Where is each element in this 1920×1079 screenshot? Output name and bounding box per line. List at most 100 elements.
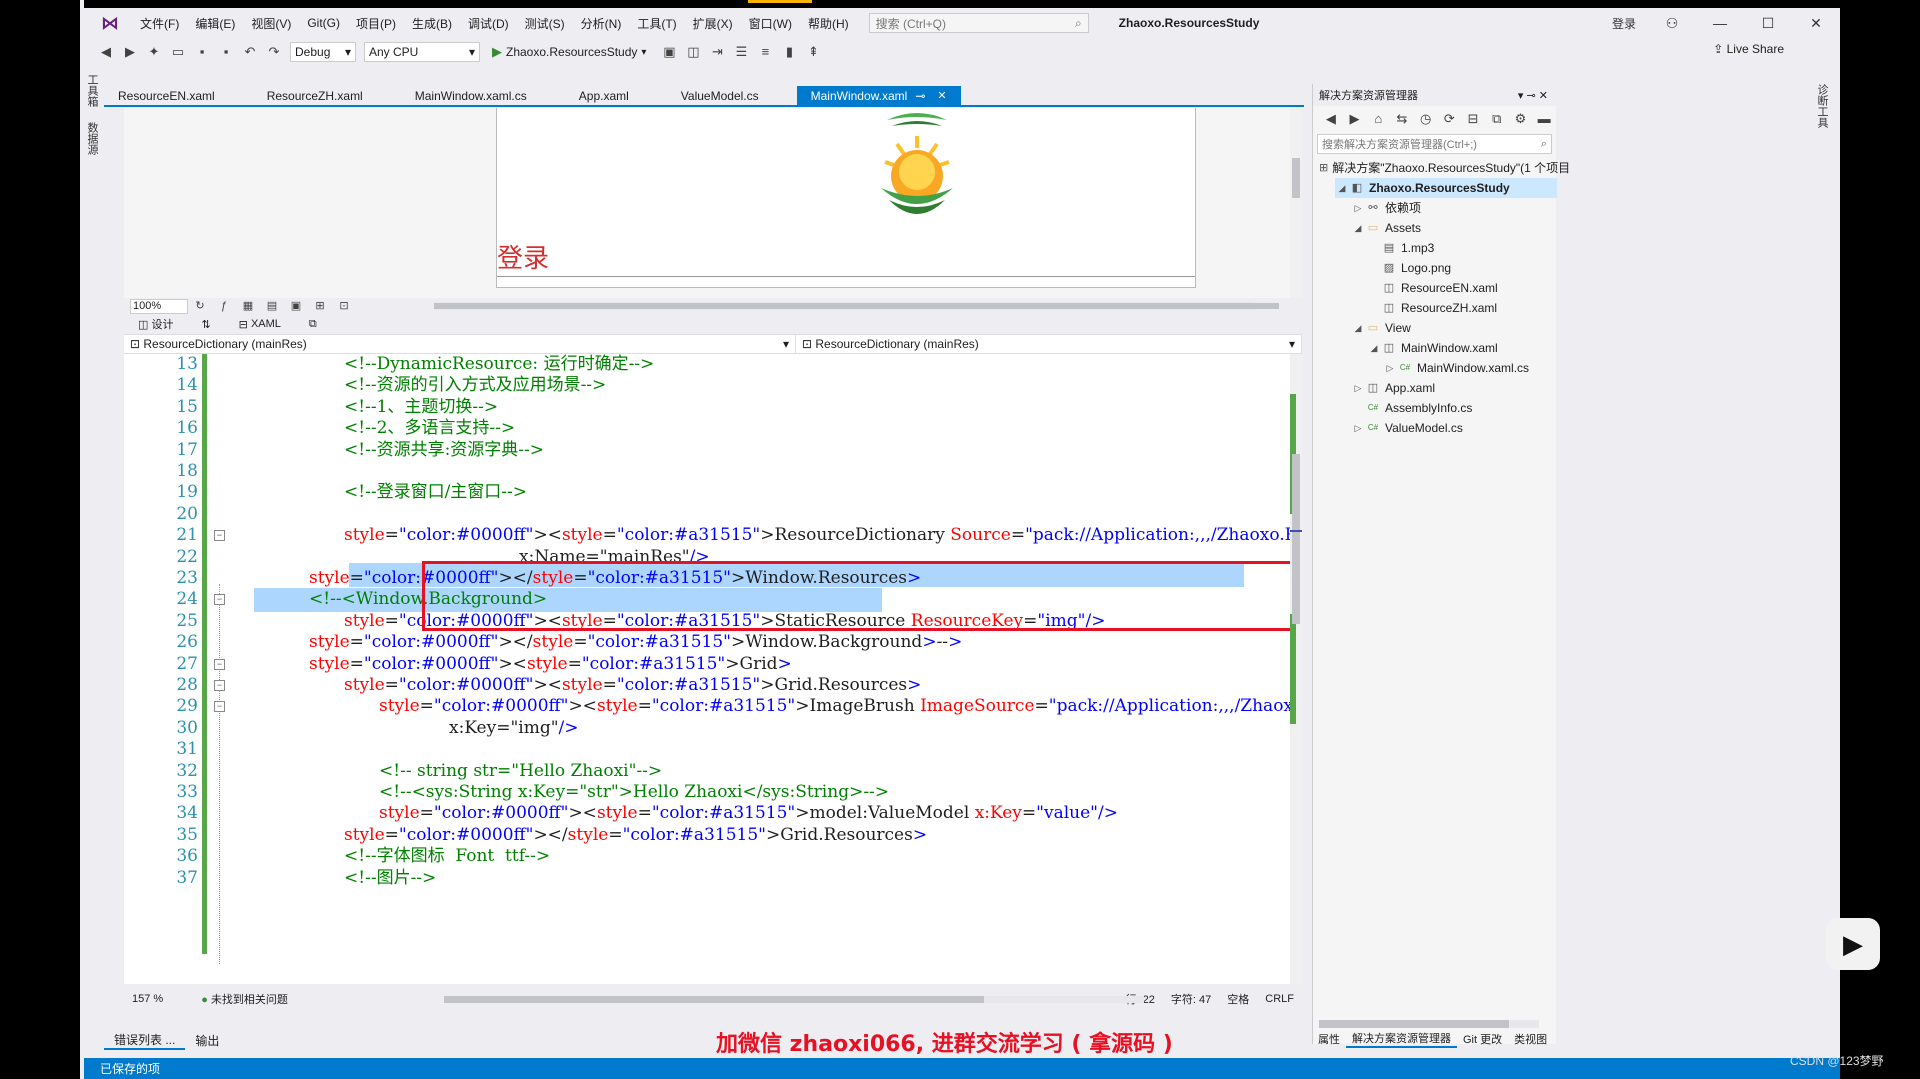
menu-help[interactable]: 帮助(H): [800, 15, 857, 32]
tree-item[interactable]: ◢ ▭ Assets: [1351, 218, 1557, 238]
scroll-thumb[interactable]: [434, 303, 1279, 309]
close-tab-icon[interactable]: ✕: [937, 86, 946, 106]
snapline-icon[interactable]: ⊞: [311, 297, 329, 315]
menu-project[interactable]: 项目(P): [348, 15, 404, 32]
menu-extensions[interactable]: 扩展(X): [685, 15, 741, 32]
menu-analyze[interactable]: 分析(N): [573, 15, 630, 32]
editor-zoom[interactable]: 157 %: [132, 993, 163, 1005]
open-folder-icon[interactable]: ▭: [169, 43, 187, 61]
designer-zoom-select[interactable]: 100%: [130, 298, 188, 314]
video-play-button[interactable]: ▶: [1826, 918, 1880, 970]
code-line[interactable]: <!--登录窗口/主窗口-->: [344, 479, 527, 505]
fx-icon[interactable]: ƒ: [215, 297, 233, 315]
tab-valuemodel[interactable]: ValueModel.cs: [667, 86, 773, 106]
expand-toggle-icon[interactable]: ◢: [1351, 218, 1365, 238]
bookmark-icon[interactable]: ▮: [780, 43, 798, 61]
show-all-icon[interactable]: ⧉: [1488, 110, 1506, 128]
scroll-thumb[interactable]: [1292, 454, 1300, 624]
tree-item[interactable]: ▨ Logo.png: [1367, 258, 1557, 278]
tree-item[interactable]: ▷ C# MainWindow.xaml.cs: [1383, 358, 1557, 378]
scroll-thumb[interactable]: [444, 996, 984, 1003]
preview-icon[interactable]: ▬: [1535, 110, 1553, 128]
history-icon[interactable]: ◷: [1417, 110, 1435, 128]
menu-file[interactable]: 文件(F): [132, 15, 187, 32]
editor-scrollbar[interactable]: [1290, 354, 1302, 984]
tree-item[interactable]: ⊞ 解决方案"Zhaoxo.ResourcesStudy"(1 个项目: [1319, 158, 1570, 178]
live-share-button[interactable]: ⇪ Live Share: [1713, 42, 1784, 56]
tree-item[interactable]: ▷ ◫ App.xaml: [1351, 378, 1557, 398]
code-editor[interactable]: 13 14 15 16 17 18 19 20 21−22 23 24−25 26 27−28−29−3…: [124, 354, 1290, 984]
fire-icon[interactable]: ▣: [660, 43, 678, 61]
undo-icon[interactable]: ↶: [241, 43, 259, 61]
refresh-icon[interactable]: ↻: [191, 297, 209, 315]
properties-icon[interactable]: ⚙: [1512, 110, 1530, 128]
tree-item[interactable]: ▤ 1.mp3: [1367, 238, 1557, 258]
platform-select[interactable]: Any CPU ▾: [364, 42, 480, 62]
tree-item[interactable]: C# AssemblyInfo.cs: [1351, 398, 1557, 418]
redo-icon[interactable]: ↷: [265, 43, 283, 61]
editor-hscroll[interactable]: [444, 996, 1144, 1003]
issues-indicator[interactable]: ● 未找到相关问题: [201, 991, 288, 1007]
diagnostics-tab[interactable]: 诊断工具: [1816, 84, 1830, 128]
forward-icon[interactable]: ▶: [1346, 110, 1364, 128]
device-icon[interactable]: ⊡: [335, 297, 353, 315]
grid-icon[interactable]: ▦: [239, 297, 257, 315]
char-indicator[interactable]: 字符: 47: [1171, 991, 1211, 1007]
close-icon[interactable]: ✕: [1539, 90, 1548, 102]
tree-item[interactable]: ◫ ResourceEN.xaml: [1367, 278, 1557, 298]
tab-resource-en[interactable]: ResourceEN.xaml: [104, 86, 229, 106]
scroll-thumb[interactable]: [1319, 1020, 1509, 1028]
home-icon[interactable]: ⌂: [1369, 110, 1387, 128]
start-debug-button[interactable]: ▶ Zhaoxo.ResourcesStudy ▾: [492, 44, 646, 60]
scroll-thumb[interactable]: [1292, 158, 1300, 198]
tree-hscroll[interactable]: [1319, 1020, 1539, 1028]
expand-toggle-icon[interactable]: ▷: [1351, 378, 1365, 398]
back-icon[interactable]: ◀: [97, 43, 115, 61]
menu-tools[interactable]: 工具(T): [629, 15, 684, 32]
code-line[interactable]: <!--图片-->: [344, 865, 436, 891]
new-project-icon[interactable]: ✦: [145, 43, 163, 61]
menu-git[interactable]: Git(G): [299, 16, 348, 30]
fold-toggle-icon[interactable]: −: [214, 680, 225, 691]
tree-item[interactable]: ◫ ResourceZH.xaml: [1367, 298, 1557, 318]
code-area[interactable]: <!--DynamicResource: 运行时确定--> <!--资源的引入方式…: [254, 354, 1290, 984]
tab-app-xaml[interactable]: App.xaml: [565, 86, 643, 106]
tab-solution-explorer[interactable]: 解决方案资源管理器: [1346, 1030, 1457, 1048]
tab-mainwindow-xaml[interactable]: MainWindow.xaml ⊸ ✕: [796, 86, 961, 106]
close-icon[interactable]: ✕: [1792, 15, 1840, 32]
fold-toggle-icon[interactable]: −: [214, 658, 225, 670]
switch-view-icon[interactable]: ⇆: [1393, 110, 1411, 128]
expand-toggle-icon[interactable]: ▷: [1351, 198, 1365, 218]
nav-right-select[interactable]: ⊡ ResourceDictionary (mainRes) ▾: [796, 335, 1302, 353]
menu-test[interactable]: 测试(S): [517, 15, 573, 32]
solution-config-select[interactable]: Debug ▾: [290, 42, 356, 62]
solution-search-input[interactable]: 搜索解决方案资源管理器(Ctrl+;) ⌕: [1317, 134, 1552, 154]
fold-toggle-icon[interactable]: −: [214, 594, 225, 606]
expand-toggle-icon[interactable]: ▷: [1383, 358, 1397, 378]
dropdown-icon[interactable]: ▾: [1518, 90, 1527, 102]
eol-indicator[interactable]: CRLF: [1265, 993, 1294, 1005]
tab-error-list[interactable]: 错误列表 ...: [104, 1031, 186, 1050]
tab-resource-zh[interactable]: ResourceZH.xaml: [253, 86, 377, 106]
expand-toggle-icon[interactable]: ▷: [1351, 418, 1365, 438]
designer-canvas[interactable]: 登录: [496, 108, 1196, 288]
popout-icon[interactable]: ⧉: [295, 318, 331, 331]
tree-item[interactable]: ◢ ▭ View: [1351, 318, 1557, 338]
search-input[interactable]: 搜索 (Ctrl+Q) ⌕: [868, 13, 1089, 33]
comment-icon[interactable]: ≡: [756, 43, 774, 61]
nav-left-select[interactable]: ⊡ ResourceDictionary (mainRes) ▾: [124, 335, 796, 353]
tab-git-changes[interactable]: Git 更改: [1457, 1031, 1508, 1047]
expand-toggle-icon[interactable]: ◢: [1335, 178, 1349, 198]
layout-icon[interactable]: ▣: [287, 297, 305, 315]
tab-class-view[interactable]: 类视图: [1508, 1031, 1553, 1047]
menu-edit[interactable]: 编辑(E): [187, 15, 243, 32]
tab-properties[interactable]: 属性: [1312, 1031, 1346, 1047]
code-line[interactable]: x:Key="img"/>: [449, 715, 579, 741]
fold-toggle-icon[interactable]: −: [214, 701, 225, 713]
tree-item[interactable]: ◢ ◧ Zhaoxo.ResourcesStudy: [1335, 178, 1557, 198]
account-icon[interactable]: ⚇: [1648, 15, 1696, 32]
tree-item[interactable]: ▷ ⚯ 依赖项: [1351, 198, 1557, 218]
login-button[interactable]: 登录: [1612, 15, 1636, 32]
menu-build[interactable]: 生成(B): [404, 15, 460, 32]
menu-view[interactable]: 视图(V): [243, 15, 299, 32]
